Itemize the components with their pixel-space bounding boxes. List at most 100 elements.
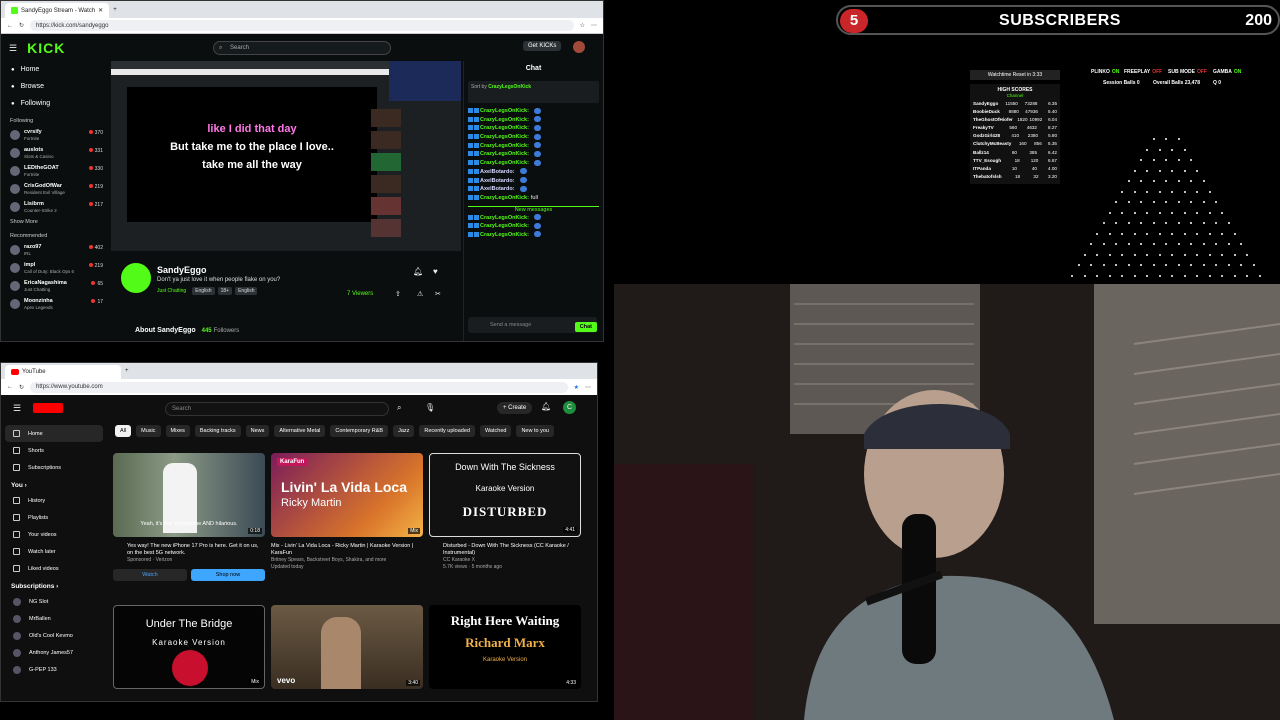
chat-username[interactable]: CrazyLegsOnKick:: [480, 117, 529, 123]
create-button[interactable]: + Create: [497, 402, 533, 414]
filter-chip[interactable]: Watched: [479, 425, 512, 437]
video-title[interactable]: Yes way! The new iPhone 17 Pro is here. …: [113, 543, 265, 557]
video-title[interactable]: Disturbed - Down With The Sickness (CC K…: [429, 543, 581, 557]
video-card[interactable]: KaraFun Livin' La Vida Loca Ricky Martin…: [271, 453, 423, 571]
chat-username[interactable]: CrazyLegsOnKick:: [480, 125, 529, 131]
chat-username[interactable]: CrazyLegsOnKick:: [480, 108, 529, 114]
video-card[interactable]: Right Here Waiting Richard Marx Karaoke …: [429, 605, 581, 689]
menu-dots-icon[interactable]: ⋯: [591, 22, 597, 29]
kick-nav-following[interactable]: ● Following: [1, 95, 109, 112]
kick-nav-browse[interactable]: ● Browse: [1, 78, 109, 95]
yt-you-item[interactable]: Watch later: [1, 543, 107, 560]
notifications-icon[interactable]: 🔔︎: [541, 402, 551, 411]
video-thumbnail[interactable]: KaraFun Livin' La Vida Loca Ricky Martin…: [271, 453, 423, 537]
streamer-avatar[interactable]: [121, 263, 151, 293]
filter-chip[interactable]: Alternative Metal: [274, 425, 326, 437]
youtube-tab[interactable]: YouTube: [5, 365, 121, 379]
channel-item[interactable]: cvrsify Fortnite 370: [1, 126, 109, 144]
tag[interactable]: English: [192, 287, 215, 295]
chat-username[interactable]: CrazyLegsOnKick:: [480, 195, 529, 201]
watch-button[interactable]: Watch: [113, 569, 187, 581]
yt-subscription-item[interactable]: NG Slot: [1, 593, 107, 610]
channel-item[interactable]: impl Call of Duty: Black Ops 6 219: [1, 259, 109, 277]
tag[interactable]: English: [235, 287, 258, 295]
account-avatar[interactable]: C: [563, 401, 576, 414]
yt-nav-shorts[interactable]: Shorts: [1, 442, 107, 459]
menu-dots-icon[interactable]: ⋯: [585, 384, 591, 391]
yt-nav-home[interactable]: Home: [5, 425, 103, 442]
streamer-name[interactable]: SandyEggo: [157, 265, 207, 275]
filter-chip[interactable]: Jazz: [393, 425, 415, 437]
yt-nav-subscriptions[interactable]: Subscriptions: [1, 459, 107, 476]
kick-search-input[interactable]: ⌕ Search: [213, 41, 391, 55]
video-title[interactable]: Mix - Livin' La Vida Loca - Ricky Martin…: [271, 543, 423, 557]
back-icon[interactable]: ←: [7, 384, 13, 390]
filter-chip[interactable]: News: [245, 425, 270, 437]
channel-item[interactable]: Lisibrm Counter-Strike 2 217: [1, 198, 109, 216]
show-more-link[interactable]: Show More: [1, 216, 109, 227]
chat-username[interactable]: CrazyLegsOnKick:: [480, 215, 529, 221]
chat-username[interactable]: CrazyLegsOnKick:: [480, 232, 529, 238]
video-thumbnail[interactable]: vevo 3:40: [271, 605, 423, 689]
chat-username[interactable]: CrazyLegsOnKick:: [480, 134, 529, 140]
chat-send-button[interactable]: Chat: [574, 322, 597, 332]
yt-search-input[interactable]: Search: [165, 402, 389, 416]
subscriptions-heading[interactable]: Subscriptions ›: [1, 577, 107, 593]
close-tab-icon[interactable]: ✕: [98, 7, 103, 14]
kick-logo[interactable]: KICK: [27, 40, 65, 56]
pinned-message[interactable]: Sort by CrazyLegsOnKick: [468, 81, 599, 103]
chat-username[interactable]: AxelBotardo:: [480, 169, 515, 175]
channel-item[interactable]: CrisGodOfWar Resident Evil Village 219: [1, 180, 109, 198]
video-thumbnail[interactable]: Right Here Waiting Richard Marx Karaoke …: [429, 605, 581, 689]
category-link[interactable]: Just Chatting: [157, 287, 189, 295]
reload-icon[interactable]: ↻: [19, 384, 24, 391]
video-player[interactable]: like I did that day But take me to the p…: [111, 61, 461, 251]
report-icon[interactable]: ⚠: [417, 290, 423, 298]
reload-icon[interactable]: ↻: [19, 22, 24, 29]
channel-item[interactable]: LEDtheGOAT Fortnite 330: [1, 162, 109, 180]
user-avatar[interactable]: [573, 41, 585, 53]
video-card[interactable]: vevo 3:40: [271, 605, 423, 689]
hamburger-icon[interactable]: ☰: [9, 43, 17, 54]
chat-username[interactable]: AxelBotardo:: [480, 178, 515, 184]
kick-nav-home[interactable]: ● Home: [1, 61, 109, 78]
chat-username[interactable]: CrazyLegsOnKick:: [480, 143, 529, 149]
video-card[interactable]: Under The Bridge Karaoke Version Mix: [113, 605, 265, 689]
filter-chip[interactable]: New to you: [516, 425, 554, 437]
shop-now-button[interactable]: Shop now: [191, 569, 265, 581]
tag[interactable]: 18+: [217, 287, 233, 295]
chat-username[interactable]: CrazyLegsOnKick:: [480, 151, 529, 157]
yt-subscription-item[interactable]: Old's Cool Kevmo: [1, 627, 107, 644]
yt-you-item[interactable]: History: [1, 492, 107, 509]
new-messages-divider[interactable]: New messages: [468, 205, 599, 214]
video-card[interactable]: Yeah, it's me. Handsome AND hilarious. 0…: [113, 453, 265, 581]
yt-subscription-item[interactable]: MrBallen: [1, 610, 107, 627]
back-icon[interactable]: ←: [7, 23, 13, 29]
yt-you-item[interactable]: Liked videos: [1, 560, 107, 577]
yt-url-field[interactable]: https://www.youtube.com: [30, 381, 568, 393]
star-icon[interactable]: ☆: [580, 22, 585, 29]
channel-item[interactable]: razo97 IRL 402: [1, 241, 109, 259]
get-kicks-button[interactable]: Get KICKs: [523, 41, 562, 51]
mic-icon[interactable]: 🎙︎: [425, 403, 435, 412]
star-icon[interactable]: ★: [574, 384, 579, 391]
channel-item[interactable]: Moonzinha Apex Legends 17: [1, 295, 109, 313]
kick-tab[interactable]: SandyEggo Stream - Watch ✕: [5, 3, 110, 18]
clip-icon[interactable]: ✂: [435, 290, 441, 298]
video-thumbnail[interactable]: Yeah, it's me. Handsome AND hilarious. 0…: [113, 453, 265, 537]
chat-username[interactable]: AxelBotardo:: [480, 186, 515, 192]
video-card[interactable]: Down With The Sickness Karaoke Version D…: [429, 453, 581, 571]
yt-subscription-item[interactable]: Anthony James57: [1, 644, 107, 661]
kick-url-field[interactable]: https://kick.com/sandyeggo: [30, 20, 574, 31]
chat-username[interactable]: CrazyLegsOnKick:: [480, 223, 529, 229]
video-thumbnail[interactable]: Under The Bridge Karaoke Version Mix: [113, 605, 265, 689]
yt-subscription-item[interactable]: G-PEP 133: [1, 661, 107, 678]
search-icon[interactable]: ⌕: [397, 403, 401, 413]
hamburger-icon[interactable]: ☰: [13, 403, 21, 414]
filter-chip[interactable]: Contemporary R&B: [330, 425, 389, 437]
yt-you-item[interactable]: Playlists: [1, 509, 107, 526]
chat-username[interactable]: CrazyLegsOnKick:: [480, 160, 529, 166]
new-tab-icon[interactable]: +: [125, 368, 129, 374]
filter-chip[interactable]: Music: [136, 425, 161, 437]
share-icon[interactable]: ⇪: [395, 290, 401, 298]
